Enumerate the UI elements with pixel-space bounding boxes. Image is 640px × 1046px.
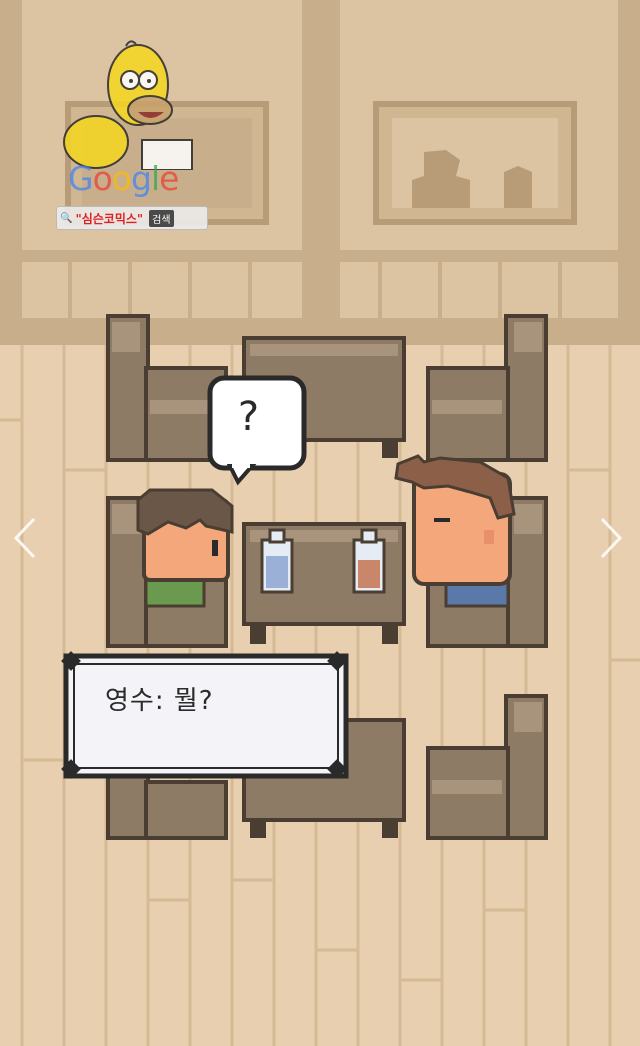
search-term: "심슨코믹스" — [75, 211, 144, 226]
magnifier-icon: 🔍 — [60, 212, 73, 224]
chair-bottom-left — [106, 768, 228, 840]
chevron-right-icon[interactable] — [596, 515, 626, 561]
drink-bottle-right — [352, 528, 386, 594]
google-logo: Google — [68, 159, 179, 198]
dialog-box: 영수: 뭘? — [63, 652, 349, 780]
water-bottle-left — [260, 528, 294, 594]
dialog-text: 영수: 뭘? — [105, 686, 214, 716]
google-letter: e — [159, 159, 179, 198]
search-button: 검색 — [149, 209, 174, 227]
comic-panel: ? 영수: 뭘? Google 🔍 "심슨코믹스" 검색 — [0, 0, 640, 1046]
google-letter: g — [130, 159, 152, 198]
google-letter: l — [150, 159, 160, 198]
google-letter: o — [92, 159, 113, 198]
chevron-left-icon[interactable] — [10, 515, 40, 561]
watermark: Google 🔍 "심슨코믹스" 검색 — [56, 30, 216, 235]
search-bar: 🔍 "심슨코믹스" 검색 — [56, 206, 208, 230]
thought-bubble-text: ? — [236, 394, 261, 440]
google-letter: o — [111, 159, 132, 198]
google-letter: G — [68, 159, 94, 198]
homer-character-icon — [63, 40, 193, 170]
